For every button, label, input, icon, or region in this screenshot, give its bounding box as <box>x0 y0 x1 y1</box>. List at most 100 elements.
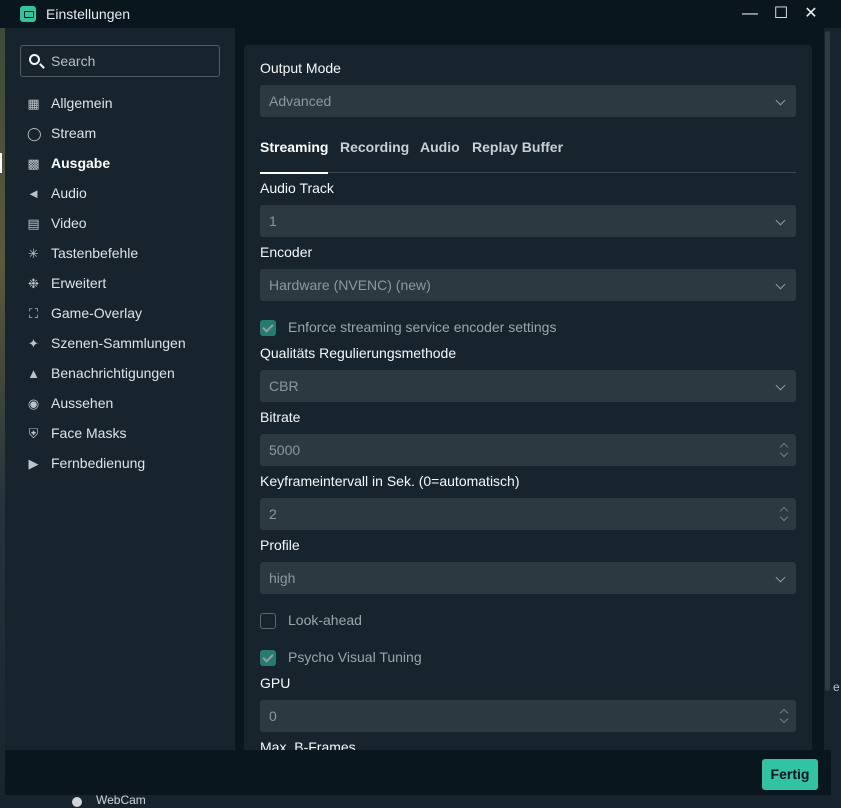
gear-icon: ✳ <box>28 245 39 261</box>
sidebar-item-game-overlay[interactable]: ⛶ Game-Overlay <box>5 298 235 328</box>
sidebar-item-label: Audio <box>51 185 87 201</box>
expand-icon: ⛶ <box>28 305 39 321</box>
sidebar-item-label: Aussehen <box>51 395 114 411</box>
audio-track-value: 1 <box>269 213 277 229</box>
enforce-settings-checkbox[interactable] <box>260 320 276 336</box>
sidebar-item-ausgabe[interactable]: ▩ Ausgabe <box>0 148 235 178</box>
grid-icon: ▦ <box>27 95 40 111</box>
psycho-visual-label: Psycho Visual Tuning <box>288 649 422 665</box>
chevron-down-icon <box>775 215 786 226</box>
sidebar-item-szenen-sammlungen[interactable]: ✦ Szenen-Sammlungen <box>5 328 235 358</box>
film-icon: ▤ <box>27 215 40 231</box>
location-pin-icon <box>72 797 82 807</box>
profile-label: Profile <box>260 537 300 553</box>
settings-sidebar: ▦ Allgemein ◯ Stream ▩ Ausgabe ◄ Audio ▤ Vide… <box>0 28 235 750</box>
dialog-footer: Fertig <box>5 750 831 795</box>
title-bar: Einstellungen — ☐ ✕ <box>0 0 841 28</box>
lookahead-checkbox[interactable] <box>260 613 276 629</box>
spinner-arrows-icon[interactable] <box>780 708 788 724</box>
palette-icon: ◉ <box>27 395 40 411</box>
encoder-label: Encoder <box>260 244 313 260</box>
background-source-label: WebCam <box>96 795 146 807</box>
settings-nav: ▦ Allgemein ◯ Stream ▩ Ausgabe ◄ Audio ▤ Vide… <box>0 88 235 478</box>
tab-audio[interactable]: Audio <box>420 139 460 155</box>
psycho-visual-checkbox[interactable] <box>260 650 276 666</box>
output-tabs: Streaming Recording Audio Replay Buffer <box>260 132 796 174</box>
audio-track-label: Audio Track <box>260 180 334 196</box>
sidebar-item-label: Szenen-Sammlungen <box>51 335 186 351</box>
background-text: e <box>833 680 840 694</box>
keyframe-input[interactable]: 2 <box>260 498 796 530</box>
sidebar-item-benachrichtigungen[interactable]: ▲ Benachrichtigungen <box>5 358 235 388</box>
maximize-button[interactable]: ☐ <box>770 3 792 25</box>
sidebar-item-allgemein[interactable]: ▦ Allgemein <box>5 88 235 118</box>
keyframe-value: 2 <box>269 506 277 522</box>
chevron-down-icon <box>775 95 786 106</box>
search-icon <box>29 54 40 65</box>
bell-icon: ▲ <box>27 365 40 381</box>
spinner-arrows-icon[interactable] <box>780 442 788 458</box>
tab-recording[interactable]: Recording <box>340 139 409 155</box>
sidebar-item-face-masks[interactable]: ⛨ Face Masks <box>5 418 235 448</box>
mask-icon: ⛨ <box>28 425 39 441</box>
sidebar-item-label: Stream <box>51 125 97 141</box>
sidebar-item-stream[interactable]: ◯ Stream <box>5 118 235 148</box>
content-scrollbar[interactable] <box>824 28 831 750</box>
sidebar-item-label: Benachrichtigungen <box>51 365 175 381</box>
output-mode-select[interactable]: Advanced <box>260 85 796 117</box>
bitrate-value: 5000 <box>269 442 301 458</box>
sidebar-item-erweitert[interactable]: ❉ Erweitert <box>5 268 235 298</box>
background-app-edge-right: e <box>831 28 841 808</box>
play-circle-icon: ▶ <box>28 455 39 471</box>
output-settings-panel: Output Mode Advanced Streaming Recording… <box>244 45 812 750</box>
gpu-input[interactable]: 0 <box>260 700 796 732</box>
chevron-down-icon <box>775 380 786 391</box>
window-title: Einstellungen <box>46 6 131 22</box>
sidebar-item-label: Allgemein <box>51 95 113 111</box>
gpu-value: 0 <box>269 708 277 724</box>
encoder-select[interactable]: Hardware (NVENC) (new) <box>260 269 796 301</box>
bitrate-label: Bitrate <box>260 409 301 425</box>
keyframe-label: Keyframeintervall in Sek. (0=automatisch… <box>260 473 520 489</box>
max-bframes-label: Max. B-Frames <box>260 739 356 750</box>
encoder-value: Hardware (NVENC) (new) <box>269 277 431 293</box>
spinner-arrows-icon[interactable] <box>780 506 788 522</box>
rate-control-select[interactable]: CBR <box>260 370 796 402</box>
sidebar-item-video[interactable]: ▤ Video <box>5 208 235 238</box>
sidebar-item-label: Ausgabe <box>51 155 111 171</box>
sidebar-item-audio[interactable]: ◄ Audio <box>5 178 235 208</box>
scrollbar-thumb[interactable] <box>825 31 830 691</box>
audio-track-select[interactable]: 1 <box>260 205 796 237</box>
output-mode-label: Output Mode <box>260 60 341 76</box>
app-logo-icon <box>20 6 36 22</box>
sidebar-item-label: Face Masks <box>51 425 127 441</box>
search-box[interactable] <box>20 45 220 77</box>
chevron-down-icon <box>775 572 786 583</box>
background-app-edge-bottom: WebCam <box>0 795 841 808</box>
globe-icon: ◯ <box>27 125 42 141</box>
chip-icon: ▩ <box>27 155 40 171</box>
sidebar-item-label: Tastenbefehle <box>51 245 139 261</box>
chevron-down-icon <box>775 279 786 290</box>
bitrate-input[interactable]: 5000 <box>260 434 796 466</box>
enforce-settings-label: Enforce streaming service encoder settin… <box>288 319 557 335</box>
tab-streaming[interactable]: Streaming <box>260 139 329 174</box>
search-input[interactable] <box>51 46 216 76</box>
sidebar-item-fernbedienung[interactable]: ▶ Fernbedienung <box>5 448 235 478</box>
lookahead-label: Look-ahead <box>288 612 362 628</box>
sidebar-item-aussehen[interactable]: ◉ Aussehen <box>5 388 235 418</box>
sidebar-item-label: Game-Overlay <box>51 305 143 321</box>
sidebar-item-label: Video <box>51 215 87 231</box>
profile-select[interactable]: high <box>260 562 796 594</box>
sidebar-item-label: Fernbedienung <box>51 455 146 471</box>
minimize-button[interactable]: — <box>739 3 761 25</box>
sidebar-item-label: Erweitert <box>51 275 107 291</box>
close-button[interactable]: ✕ <box>800 3 822 25</box>
wand-icon: ✦ <box>28 335 39 351</box>
rate-control-value: CBR <box>269 378 299 394</box>
sidebar-item-tastenbefehle[interactable]: ✳ Tastenbefehle <box>5 238 235 268</box>
tab-replay-buffer[interactable]: Replay Buffer <box>472 139 563 155</box>
done-button[interactable]: Fertig <box>762 759 818 790</box>
output-mode-value: Advanced <box>269 93 332 109</box>
rate-control-label: Qualitäts Regulierungsmethode <box>260 345 457 361</box>
